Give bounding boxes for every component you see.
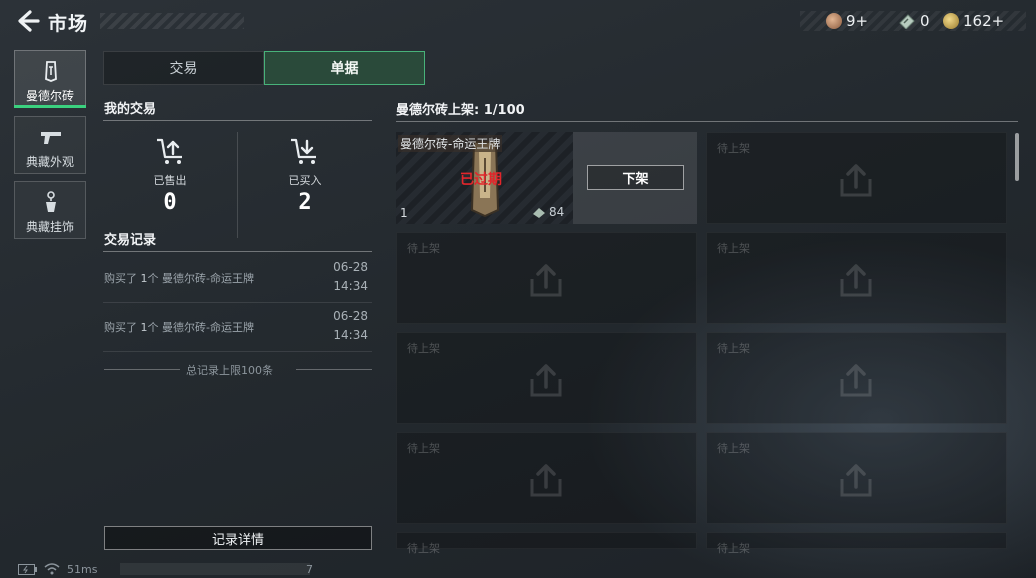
empty-slot-label: 待上架 — [717, 442, 750, 455]
currency-bronze-value: 9+ — [846, 12, 869, 30]
currency-gold[interactable]: 162+ — [943, 11, 1004, 31]
ping-text: 51ms — [67, 563, 98, 576]
empty-slot-label: 待上架 — [407, 342, 440, 355]
my-trades-title: 我的交易 — [104, 102, 157, 117]
empty-listing-slot[interactable]: 待上架 — [706, 332, 1007, 424]
currency-bronze[interactable]: 9+ — [826, 11, 868, 31]
empty-listing-slot[interactable]: 待上架 — [396, 432, 697, 524]
upload-icon — [840, 264, 872, 297]
bought-label: 已买入 — [288, 174, 322, 187]
scrollbar-thumb[interactable] — [1015, 133, 1019, 181]
back-arrow-icon[interactable] — [14, 8, 40, 34]
cart-upload-icon — [157, 138, 182, 164]
upload-icon — [530, 364, 562, 397]
battery-icon — [18, 564, 37, 575]
bronze-medal-icon — [826, 13, 842, 29]
item-price-value: 84 — [549, 205, 565, 219]
charm-icon — [46, 191, 56, 212]
page-title: 市场 — [48, 13, 89, 35]
divider — [103, 251, 372, 252]
tab-trade[interactable]: 交易 — [103, 51, 264, 85]
record-time: 14:34 — [333, 279, 368, 293]
empty-slot-label: 待上架 — [717, 542, 750, 555]
sold-count: 0 — [163, 190, 177, 215]
record-row[interactable]: 购买了 1个 曼德尔砖-命运王牌 06-28 14:34 — [103, 303, 372, 352]
upload-icon — [840, 164, 872, 197]
empty-listing-slot[interactable]: 待上架 — [706, 132, 1007, 224]
status-extra-text: 7 — [306, 563, 313, 576]
sold-label: 已售出 — [153, 174, 187, 187]
item-quantity: 1 — [400, 206, 408, 220]
listed-item-card[interactable]: 曼德尔砖-命运王牌 已过期 1 84 下架 — [396, 132, 697, 224]
record-text: 购买了 1个 曼德尔砖-命运王牌 — [104, 272, 254, 285]
empty-listing-slot[interactable]: 待上架 — [396, 332, 697, 424]
item-name: 曼德尔砖-命运王牌 — [398, 135, 503, 152]
records-title: 交易记录 — [104, 233, 157, 248]
currency-ticket[interactable]: 0 — [898, 11, 930, 31]
empty-slot-label: 待上架 — [717, 242, 750, 255]
divider — [296, 369, 372, 370]
empty-listing-slot[interactable]: 待上架 — [706, 232, 1007, 324]
empty-listing-slot[interactable]: 待上架 — [396, 232, 697, 324]
item-thumbnail[interactable]: 曼德尔砖-命运王牌 已过期 1 84 — [396, 132, 573, 224]
sidebar-item-label: 典藏挂饰 — [25, 220, 74, 234]
active-indicator — [14, 105, 86, 108]
upload-icon — [530, 464, 562, 497]
bought-count: 2 — [298, 190, 312, 215]
divider — [103, 120, 372, 121]
empty-slot-label: 待上架 — [717, 142, 750, 155]
item-price: 84 — [532, 205, 564, 219]
stat-divider — [237, 132, 238, 238]
sidebar-item-label: 典藏外观 — [25, 155, 74, 169]
empty-listing-slot[interactable]: 待上架 — [396, 532, 697, 555]
upload-icon — [840, 464, 872, 497]
ticket-icon — [899, 14, 915, 29]
wifi-icon — [44, 563, 60, 575]
records-limit-note: 总记录上限100条 — [186, 364, 273, 377]
tab-orders[interactable]: 单据 — [264, 51, 425, 85]
empty-slot-label: 待上架 — [407, 442, 440, 455]
record-detail-button[interactable]: 记录详情 — [104, 526, 372, 550]
sidebar-item-mandel-brick[interactable]: 曼德尔砖 — [14, 50, 86, 108]
currency-ticket-value: 0 — [920, 12, 930, 30]
record-date: 06-28 — [333, 309, 368, 323]
upload-icon — [840, 364, 872, 397]
empty-slot-label: 待上架 — [717, 342, 750, 355]
record-time: 14:34 — [333, 328, 368, 342]
status-bar: 51ms 7 — [0, 560, 1036, 578]
empty-slot-label: 待上架 — [407, 242, 440, 255]
pistol-icon — [41, 132, 61, 144]
record-text: 购买了 1个 曼德尔砖-命运王牌 — [104, 321, 254, 334]
sidebar-item-skins[interactable]: 典藏外观 — [14, 116, 86, 174]
empty-listing-slot[interactable]: 待上架 — [706, 532, 1007, 555]
title-decoration — [100, 13, 244, 29]
listings-title: 曼德尔砖上架: 1/100 — [396, 103, 525, 118]
currency-gold-value: 162+ — [963, 12, 1005, 30]
divider — [104, 369, 180, 370]
unlist-button[interactable]: 下架 — [587, 165, 684, 190]
sidebar-item-charms[interactable]: 典藏挂饰 — [14, 181, 86, 239]
record-row[interactable]: 购买了 1个 曼德尔砖-命运王牌 06-28 14:34 — [103, 254, 372, 303]
empty-slot-label: 待上架 — [407, 542, 440, 555]
info-bar — [120, 563, 310, 575]
ticket-icon — [533, 208, 545, 218]
empty-listing-slot[interactable]: 待上架 — [706, 432, 1007, 524]
sidebar-item-label: 曼德尔砖 — [25, 89, 74, 103]
upload-icon — [530, 264, 562, 297]
cart-download-icon — [291, 138, 316, 164]
item-status: 已过期 — [460, 172, 502, 188]
record-date: 06-28 — [333, 260, 368, 274]
gold-coin-icon — [943, 13, 959, 29]
brick-icon — [45, 61, 57, 82]
divider — [396, 121, 1018, 122]
